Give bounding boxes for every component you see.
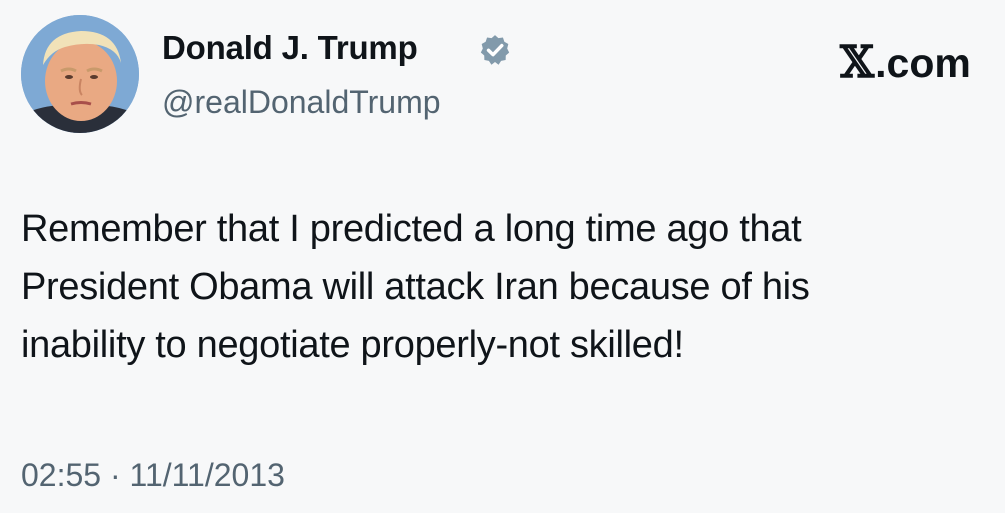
profile-photo-icon	[21, 15, 139, 133]
tweet-date: 11/11/2013	[129, 457, 285, 493]
tweet-text: Remember that I predicted a long time ag…	[21, 208, 810, 366]
user-handle[interactable]: @realDonaldTrump	[162, 82, 441, 122]
display-name[interactable]: Donald J. Trump	[162, 28, 418, 68]
tweet-time: 02:55	[21, 457, 102, 493]
tweet-timestamp[interactable]: 02:55 · 11/11/2013	[21, 455, 285, 495]
x-com-brand: 𝕏 .com	[840, 38, 971, 88]
avatar[interactable]	[21, 15, 139, 133]
timestamp-separator: ·	[109, 457, 121, 493]
tweet-card: Donald J. Trump @realDonaldTrump 𝕏 .com …	[0, 0, 1005, 513]
verified-badge-icon	[480, 35, 510, 65]
brand-label: .com	[875, 40, 971, 86]
x-logo-icon: 𝕏	[840, 37, 875, 88]
